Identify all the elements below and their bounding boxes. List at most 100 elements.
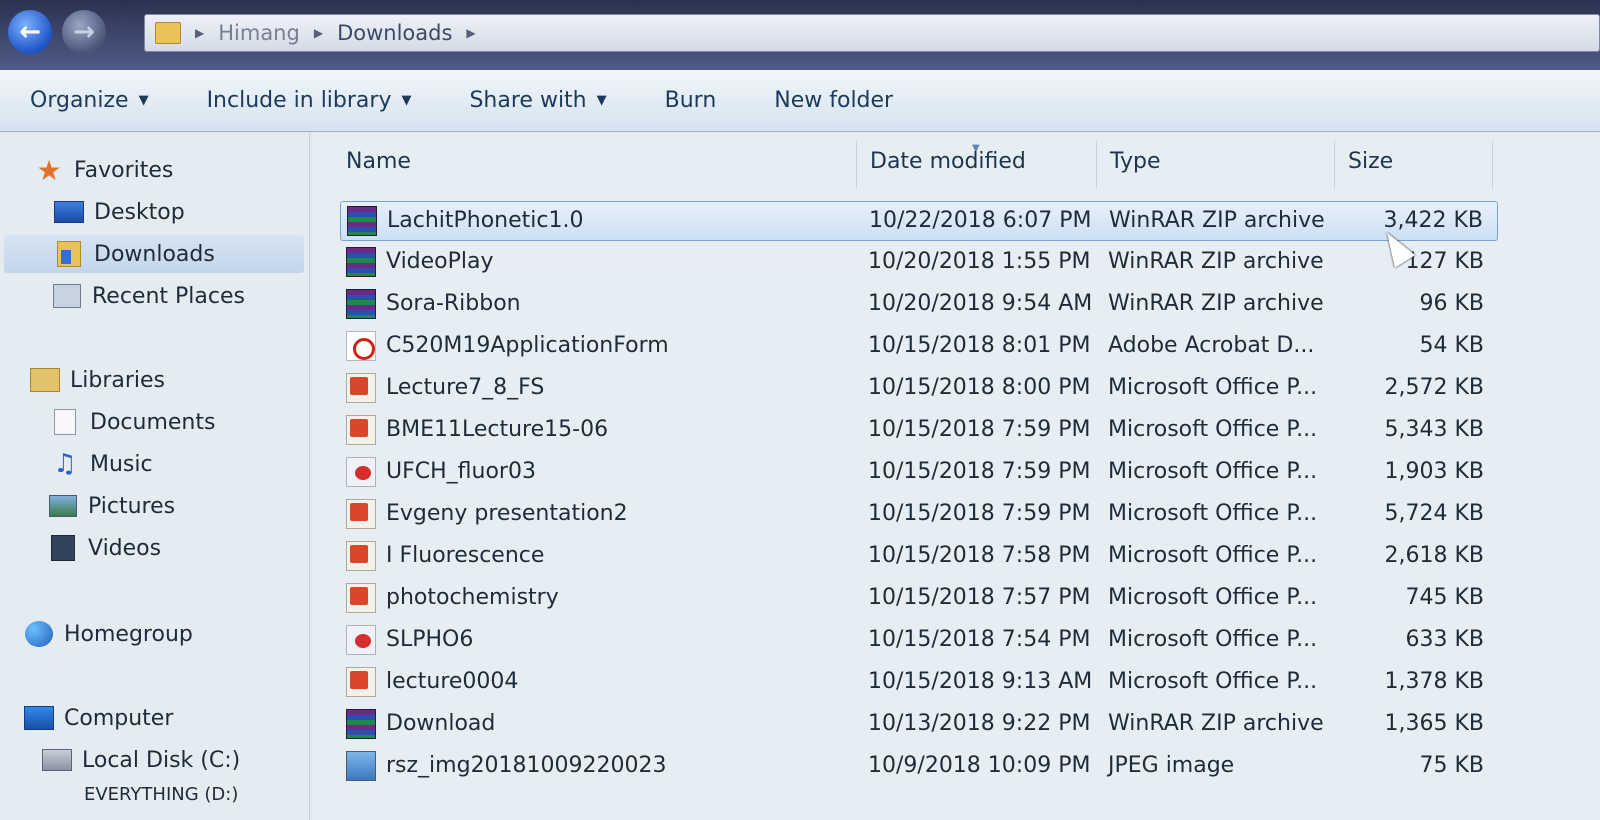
new-folder-button[interactable]: New folder [774, 88, 893, 113]
file-row[interactable]: VideoPlay 10/20/2018 1:55 PM WinRAR ZIP ar… [340, 243, 1498, 283]
homegroup-icon [25, 621, 53, 647]
share-with-label: Share with [469, 88, 587, 113]
powerpoint-icon [346, 499, 376, 529]
column-header-type[interactable]: Type [1110, 149, 1161, 174]
sidebar-item-videos[interactable]: Videos [48, 529, 161, 567]
column-header-date-modified[interactable]: Date modified [870, 149, 1026, 174]
sidebar-item-documents[interactable]: Documents [50, 403, 215, 441]
powerpoint-show-icon [346, 625, 376, 655]
file-row[interactable]: I Fluorescence 10/15/2018 7:58 PM Microsof… [340, 537, 1498, 577]
file-date-modified: 10/15/2018 7:57 PM [868, 585, 1091, 610]
sidebar-item-everything-drive[interactable]: EVERYTHING (D:) [84, 783, 238, 805]
file-row[interactable]: rsz_img20181009220023 10/9/2018 10:09 PM J… [340, 747, 1498, 787]
breadcrumb-downloads[interactable]: Downloads [337, 21, 452, 45]
file-date-modified: 10/13/2018 9:22 PM [868, 711, 1091, 736]
file-size: 127 KB [1405, 249, 1484, 274]
breadcrumb-chevron-icon[interactable]: ▶ [466, 26, 475, 40]
file-size: 1,378 KB [1384, 669, 1485, 694]
file-row[interactable]: SLPHO6 10/15/2018 7:54 PM Microsoft Office… [340, 621, 1498, 661]
zip-archive-icon [346, 247, 376, 277]
file-row[interactable]: photochemistry 10/15/2018 7:57 PM Microsof… [340, 579, 1498, 619]
file-name: VideoPlay [386, 249, 494, 274]
dropdown-arrow-icon: ▼ [596, 93, 607, 108]
file-type: Microsoft Office P... [1108, 375, 1318, 400]
powerpoint-icon [346, 373, 376, 403]
sidebar-label: Documents [90, 409, 216, 435]
file-date-modified: 10/15/2018 7:54 PM [868, 627, 1091, 652]
forward-arrow-icon[interactable]: → [62, 10, 106, 54]
column-divider[interactable] [856, 141, 857, 189]
breadcrumb-user[interactable]: Himang [218, 21, 300, 45]
file-size: 1,365 KB [1384, 711, 1485, 736]
sidebar-label: Desktop [94, 199, 185, 225]
back-arrow-icon[interactable]: ← [8, 10, 52, 54]
sidebar-item-recent-places[interactable]: Recent Places [52, 277, 245, 315]
file-name: Lecture7_8_FS [386, 375, 545, 400]
column-divider[interactable] [1096, 141, 1097, 189]
powerpoint-icon [346, 667, 376, 697]
file-size: 745 KB [1405, 585, 1484, 610]
window-title-bar: ← → ▶ Himang ▶ Downloads ▶ [0, 0, 1600, 70]
file-size: 75 KB [1419, 753, 1484, 778]
file-type: Microsoft Office P... [1108, 585, 1318, 610]
file-name: C520M19ApplicationForm [386, 333, 669, 358]
computer-icon [24, 706, 54, 730]
file-type: WinRAR ZIP archive [1108, 711, 1324, 736]
file-row[interactable]: Lecture7_8_FS 10/15/2018 8:00 PM Microsoft… [340, 369, 1498, 409]
file-name: Evgeny presentation2 [386, 501, 628, 526]
sidebar-item-homegroup[interactable]: Homegroup [24, 615, 193, 653]
desktop-icon [54, 201, 84, 223]
column-divider[interactable] [1492, 141, 1493, 189]
file-row[interactable]: UFCH_fluor03 10/15/2018 7:59 PM Microsoft … [340, 453, 1498, 493]
column-header-size[interactable]: Size [1348, 149, 1393, 174]
sidebar-label: EVERYTHING (D:) [84, 783, 239, 805]
folder-icon [155, 22, 181, 44]
file-row[interactable]: LachitPhonetic1.0 10/22/2018 6:07 PM WinRA… [340, 201, 1498, 241]
include-in-library-label: Include in library [206, 88, 392, 113]
powerpoint-icon [346, 541, 376, 571]
sidebar-item-favorites[interactable]: ★ Favorites [34, 151, 173, 189]
breadcrumb-chevron-icon[interactable]: ▶ [195, 26, 204, 40]
sidebar-item-music[interactable]: ♫ Music [50, 445, 152, 483]
sidebar-item-computer[interactable]: Computer [24, 699, 173, 737]
column-divider[interactable] [1334, 141, 1335, 189]
breadcrumb-chevron-icon[interactable]: ▶ [314, 26, 323, 40]
file-name: rsz_img20181009220023 [386, 753, 667, 778]
file-date-modified: 10/15/2018 9:13 AM [868, 669, 1093, 694]
sidebar-label: Pictures [88, 493, 176, 519]
file-size: 5,724 KB [1384, 501, 1485, 526]
file-row[interactable]: BME11Lecture15-06 10/15/2018 7:59 PM Micro… [340, 411, 1498, 451]
file-size: 5,343 KB [1384, 417, 1485, 442]
sidebar-item-pictures[interactable]: Pictures [48, 487, 175, 525]
file-row[interactable]: C520M19ApplicationForm 10/15/2018 8:01 PM… [340, 327, 1498, 367]
file-name: SLPHO6 [386, 627, 474, 652]
burn-button[interactable]: Burn [665, 88, 717, 113]
column-header-name[interactable]: Name [346, 149, 411, 174]
burn-label: Burn [664, 88, 717, 113]
downloads-folder-icon [57, 241, 81, 267]
powerpoint-icon [346, 415, 376, 445]
documents-icon [54, 409, 76, 435]
file-type: Microsoft Office P... [1108, 627, 1318, 652]
navigation-pane: ★ Favorites Desktop Downloads Recent Pla… [0, 133, 310, 820]
address-bar[interactable]: ▶ Himang ▶ Downloads ▶ [144, 14, 1600, 52]
pictures-icon [49, 495, 77, 517]
sidebar-item-libraries[interactable]: Libraries [30, 361, 165, 399]
file-row[interactable]: Sora-Ribbon 10/20/2018 9:54 AM WinRAR ZIP … [340, 285, 1498, 325]
include-in-library-button[interactable]: Include in library ▼ [207, 88, 412, 113]
file-type: WinRAR ZIP archive [1109, 208, 1325, 233]
file-name: Download [386, 711, 496, 736]
pdf-icon [346, 331, 376, 361]
file-row[interactable]: lecture0004 10/15/2018 9:13 AM Microsoft O… [340, 663, 1498, 703]
sidebar-item-downloads[interactable]: Downloads [4, 235, 304, 273]
command-bar: Organize ▼ Include in library ▼ Share wi… [0, 70, 1600, 132]
organize-button[interactable]: Organize ▼ [30, 88, 149, 113]
sidebar-item-local-disk[interactable]: Local Disk (C:) [42, 741, 240, 779]
sidebar-item-desktop[interactable]: Desktop [54, 193, 185, 231]
file-type: Microsoft Office P... [1108, 501, 1318, 526]
new-folder-label: New folder [774, 88, 894, 113]
file-size: 96 KB [1419, 291, 1484, 316]
share-with-button[interactable]: Share with ▼ [469, 88, 606, 113]
file-row[interactable]: Evgeny presentation2 10/15/2018 7:59 PM Mi… [340, 495, 1498, 535]
file-row[interactable]: Download 10/13/2018 9:22 PM WinRAR ZIP arc… [340, 705, 1498, 745]
